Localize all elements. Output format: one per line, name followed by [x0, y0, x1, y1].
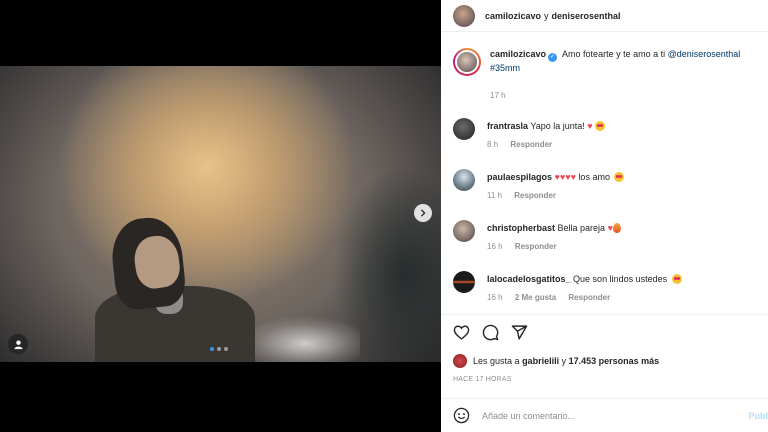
- share-icon[interactable]: [511, 324, 528, 341]
- like-icon[interactable]: [453, 324, 470, 341]
- caption-mention[interactable]: @deniserosenthal: [668, 49, 741, 59]
- post-header: camilozicavo y deniserosenthal: [441, 0, 768, 32]
- verified-badge-icon: ✓: [548, 53, 558, 62]
- star-struck-emoji: [614, 172, 625, 182]
- comment-avatar[interactable]: [453, 220, 475, 242]
- comment: christopherbast Bella pareja ♥ 16 h Resp…: [453, 220, 758, 251]
- post-photo[interactable]: [0, 66, 441, 362]
- comment-username[interactable]: christopherbast: [487, 223, 555, 233]
- comment-avatar[interactable]: [453, 169, 475, 191]
- photo-person: [95, 214, 255, 362]
- comment-time[interactable]: 11 h: [487, 191, 502, 200]
- comment-avatar[interactable]: [453, 118, 475, 140]
- comment-username[interactable]: paulaespilagos: [487, 172, 552, 182]
- comment-text: Bella pareja: [557, 223, 606, 233]
- comment-text: Yapo la junta!: [530, 121, 585, 131]
- liker-avatar[interactable]: [453, 354, 467, 368]
- comment-input[interactable]: [482, 410, 732, 421]
- post-caption: camilozicavo ✓ Amo fotearte y te amo a ti…: [453, 48, 758, 76]
- add-comment-bar: Publ: [441, 398, 768, 432]
- comment-meta: 11 h Responder: [487, 191, 624, 200]
- comment-time[interactable]: 8 h: [487, 140, 498, 149]
- post-sidebar: camilozicavo y deniserosenthal camilozicav…: [441, 0, 768, 432]
- coauthor-link[interactable]: deniserosenthal: [552, 11, 621, 21]
- emoji-icon[interactable]: [453, 407, 470, 424]
- comment-time[interactable]: 16 h: [487, 293, 503, 302]
- caption-username[interactable]: camilozicavo: [490, 49, 546, 59]
- photo-table-light: [250, 316, 360, 362]
- likes-count[interactable]: 17.453 personas más: [569, 356, 660, 366]
- reply-button[interactable]: Responder: [510, 140, 552, 149]
- star-struck-emoji: [671, 274, 682, 284]
- post-actions: [453, 324, 528, 341]
- comment: lalocadelosgatitos_ Que son lindos usted…: [453, 271, 758, 302]
- tag-user-icon[interactable]: [8, 334, 28, 354]
- likes-summary: Les gusta a gabrielili y 17.453 personas…: [453, 354, 659, 368]
- post-timestamp[interactable]: HACE 17 HORAS: [453, 376, 512, 383]
- caption-avatar[interactable]: [453, 48, 481, 76]
- author-avatar[interactable]: [453, 4, 475, 27]
- heart-emoji: ♥: [570, 172, 576, 182]
- comment-username[interactable]: frantrasla: [487, 121, 528, 131]
- comment-username[interactable]: lalocadelosgatitos_: [487, 274, 571, 284]
- fire-emoji: [612, 223, 621, 233]
- star-struck-emoji: [594, 121, 605, 131]
- post-authors: camilozicavo y deniserosenthal: [485, 10, 621, 21]
- publish-button[interactable]: Publ: [749, 411, 768, 421]
- comment-text: Que son lindos ustedes: [573, 274, 668, 284]
- media-panel: [0, 0, 441, 432]
- actions-divider: [441, 314, 768, 315]
- comment-meta: 16 h Responder: [487, 242, 621, 251]
- comment-text: los amo: [578, 172, 610, 182]
- reply-button[interactable]: Responder: [515, 242, 557, 251]
- carousel-dot: [217, 347, 221, 351]
- reply-button[interactable]: Responder: [568, 293, 610, 302]
- caption-text: camilozicavo ✓ Amo fotearte y te amo a ti…: [490, 49, 741, 73]
- comment-avatar[interactable]: [453, 271, 475, 293]
- heart-emoji: ♥: [587, 121, 593, 131]
- comment: paulaespilagos ♥♥♥♥ los amo 11 h Respond…: [453, 169, 758, 200]
- author-link[interactable]: camilozicavo: [485, 11, 541, 21]
- carousel-indicator: [210, 347, 228, 351]
- reply-button[interactable]: Responder: [514, 191, 556, 200]
- comment-meta: 8 h Responder: [487, 140, 605, 149]
- carousel-dot-active: [210, 347, 214, 351]
- comment-time[interactable]: 16 h: [487, 242, 503, 251]
- liker-username[interactable]: gabrielili: [522, 356, 559, 366]
- comment: frantrasla Yapo la junta! ♥ 8 h Responde…: [453, 118, 758, 149]
- next-arrow-icon[interactable]: [414, 204, 432, 222]
- caption-time[interactable]: 17 h: [490, 91, 506, 100]
- comment-icon[interactable]: [482, 324, 499, 341]
- carousel-dot: [224, 347, 228, 351]
- comment-meta: 16 h 2 Me gusta Responder: [487, 293, 682, 302]
- comment-likes[interactable]: 2 Me gusta: [515, 293, 556, 302]
- caption-hashtag[interactable]: #35mm: [490, 63, 520, 73]
